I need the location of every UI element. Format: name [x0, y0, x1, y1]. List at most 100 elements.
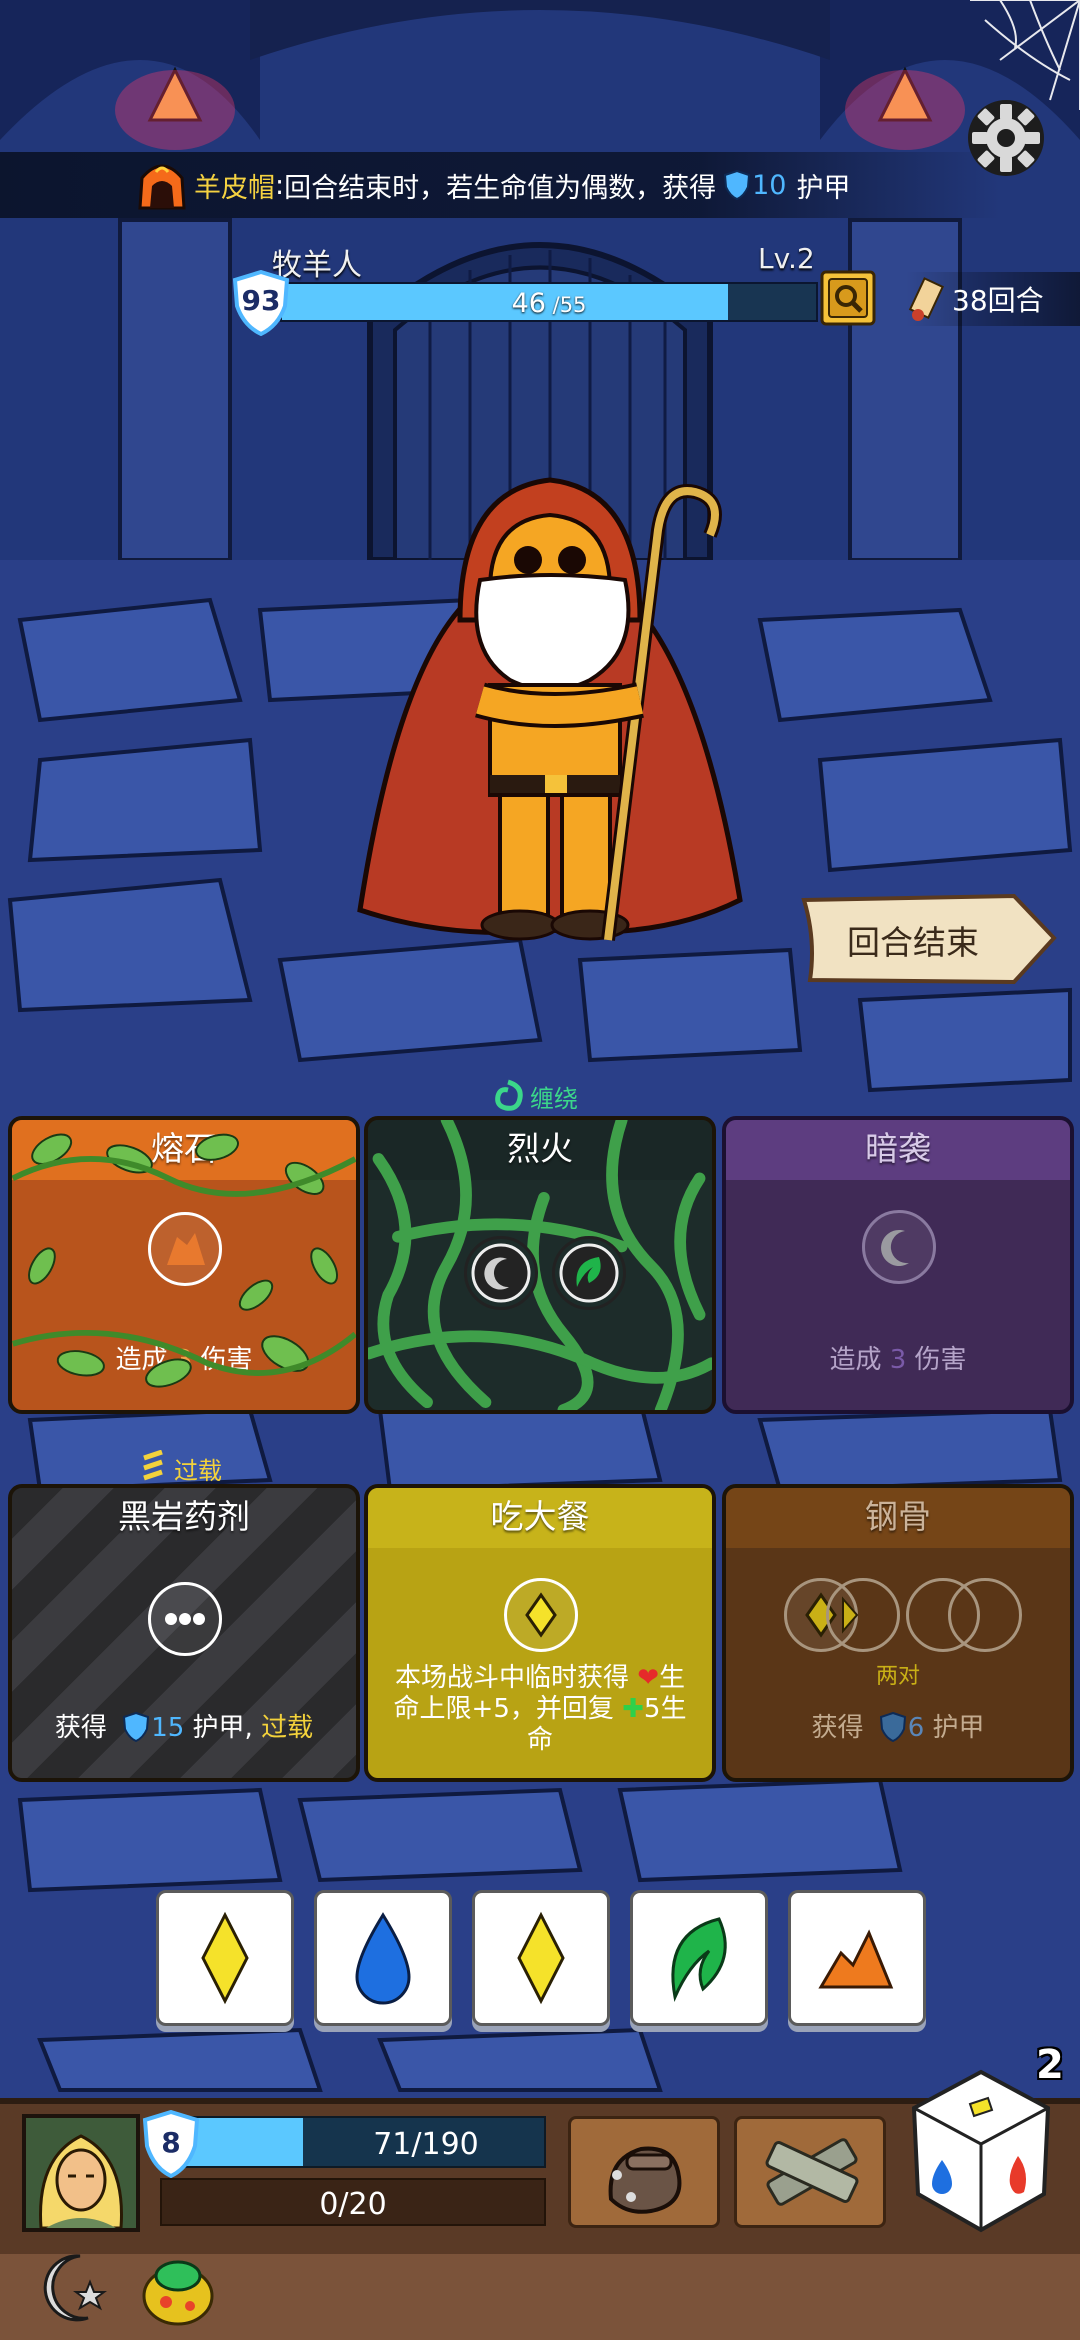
player-energy-bar: 0/20 — [160, 2178, 546, 2226]
vine-icon — [495, 1079, 523, 1111]
card-title: 钢骨 — [726, 1488, 1070, 1548]
damage-value: 3 — [175, 1345, 193, 1375]
armor-icon — [123, 1712, 150, 1742]
skill-card-blaze[interactable]: 烈火 — [364, 1116, 716, 1414]
card-body: 造成 3 伤害 — [726, 1180, 1070, 1410]
dice-slot[interactable] — [148, 1582, 222, 1656]
any-dice-icon — [165, 1613, 205, 1625]
overload-status-tag: 过载 — [140, 1450, 222, 1486]
water-drop-icon — [355, 1912, 411, 2005]
desc-prefix: 造成 — [115, 1345, 168, 1375]
equipment-slot-gauntlet[interactable] — [568, 2116, 720, 2228]
moon-icon — [471, 1243, 531, 1303]
enemy-intent-scroll-icon[interactable] — [820, 270, 876, 326]
dice-slot[interactable] — [464, 1236, 538, 1310]
enemy-armor-value: 93 — [241, 284, 281, 317]
leaf-icon — [559, 1243, 619, 1303]
equipment-slot-bandage[interactable] — [734, 2116, 886, 2228]
crescent-star-icon[interactable] — [28, 2246, 112, 2330]
card-body: 两对 获得 6 护甲 — [726, 1548, 1070, 1778]
diamond-icon — [517, 1911, 565, 2005]
dice-slot[interactable] — [552, 1236, 626, 1310]
card-description: 获得 15 护甲, 过载 — [22, 1712, 346, 1744]
overload-icon — [143, 1450, 163, 1481]
card-title: 暗袭 — [726, 1120, 1070, 1180]
player-portrait[interactable] — [22, 2114, 140, 2232]
skill-card-ambush[interactable]: 暗袭 造成 3 伤害 — [722, 1116, 1074, 1414]
die-blue-drop[interactable] — [314, 1890, 452, 2026]
diamond-icon — [201, 1911, 249, 2005]
armor-icon — [724, 170, 751, 200]
sheepskin-hat-icon — [138, 164, 186, 210]
skill-card-blackrock-potion[interactable]: 黑岩药剂 获得 15 护甲, 过载 — [8, 1484, 360, 1782]
skill-card-steel-bone[interactable]: 钢骨 两对 获得 6 护甲 — [722, 1484, 1074, 1782]
rock-icon — [167, 1233, 205, 1265]
relic-armor-word: 护甲 — [796, 172, 851, 204]
die-green-leaf[interactable] — [630, 1890, 768, 2026]
desc-suffix: 护甲 — [932, 1713, 985, 1743]
skill-card-molten-rock[interactable]: 熔石 造成 3 伤害 — [8, 1116, 360, 1414]
entangle-label: 缠绕 — [530, 1084, 578, 1113]
gold-gem-pouch-icon[interactable] — [136, 2246, 220, 2330]
enemy-hp-max: /55 — [545, 293, 587, 317]
enemy-level: Lv.2 — [758, 242, 815, 275]
dice-slot[interactable] — [862, 1210, 936, 1284]
card-title: 熔石 — [12, 1120, 356, 1180]
leaf-icon — [671, 1917, 727, 2003]
heart-icon: ❤ — [637, 1663, 660, 1693]
player-energy-text: 0/20 — [319, 2187, 387, 2222]
desc-suffix: 伤害 — [914, 1345, 967, 1375]
end-turn-button[interactable]: 回合结束 — [796, 890, 1060, 988]
turn-count-label: 38回合 — [952, 284, 1044, 317]
dice-slot[interactable] — [826, 1578, 900, 1652]
desc-suffix: 过载 — [261, 1713, 314, 1743]
desc-suffix: 伤害 — [200, 1345, 253, 1375]
dice-slot[interactable] — [948, 1578, 1022, 1652]
desc-prefix: 获得 — [811, 1713, 864, 1743]
shepherd-enemy-figure[interactable] — [340, 470, 760, 960]
card-body: 本场战斗中临时获得 ❤生 命上限+5，并回复 ✚5生 命 — [368, 1548, 712, 1778]
desc-mid: 护甲, — [192, 1713, 253, 1743]
card-title: 烈火 — [368, 1120, 712, 1180]
card-description: 获得 6 护甲 — [736, 1712, 1060, 1744]
enemy-hp-text: 46 /55 — [282, 288, 816, 319]
reroll-dice-button[interactable] — [906, 2064, 1056, 2234]
enemy-hp-current: 46 — [511, 288, 546, 319]
heal-plus-icon: ✚ — [622, 1694, 644, 1724]
bandage-icon — [765, 2138, 859, 2206]
desc-heal: 5生 — [643, 1694, 687, 1724]
entangle-status-tag: 缠绕 — [490, 1078, 578, 1114]
armor-value: 6 — [907, 1713, 925, 1743]
player-armor-badge: 8 — [142, 2109, 200, 2179]
player-hp-text: 71/190 — [373, 2127, 479, 2162]
desc-hp: 生 — [659, 1663, 686, 1693]
scroll-icon — [908, 277, 944, 321]
die-yellow-diamond[interactable] — [472, 1890, 610, 2026]
player-hp-bar: 71/190 — [160, 2116, 546, 2168]
card-title: 吃大餐 — [368, 1488, 712, 1548]
desc-line1: 本场战斗中临时获得 — [394, 1663, 629, 1693]
turn-counter: 38回合 — [906, 272, 1080, 326]
overload-label: 过载 — [174, 1456, 222, 1485]
die-orange-rock[interactable] — [788, 1890, 926, 2026]
enemy-armor-badge: 93 — [232, 269, 290, 337]
diamond-half-icon — [842, 1596, 859, 1634]
skill-card-feast[interactable]: 吃大餐 本场战斗中临时获得 ❤生 命上限+5，并回复 ✚5生 命 — [364, 1484, 716, 1782]
card-body: 获得 15 护甲, 过载 — [12, 1548, 356, 1778]
relic-armor-value: 10 — [752, 169, 787, 201]
avatar — [26, 2118, 136, 2228]
card-description: 本场战斗中临时获得 ❤生 命上限+5，并回复 ✚5生 命 — [378, 1663, 702, 1756]
desc-prefix: 造成 — [829, 1345, 882, 1375]
desc-line2: 命上限+5，并回复 — [393, 1694, 614, 1724]
dice-slot[interactable] — [504, 1578, 578, 1652]
desc-line3: 命 — [526, 1725, 553, 1755]
moon-icon — [881, 1229, 909, 1266]
relic-description: 回合结束时，若生命值为偶数，获得 — [284, 172, 717, 204]
die-yellow-diamond[interactable] — [156, 1890, 294, 2026]
settings-gear-icon[interactable] — [960, 92, 1052, 184]
relic-separator: : — [275, 169, 285, 201]
pair-requirement-label: 两对 — [875, 1664, 920, 1689]
dice-slot[interactable] — [148, 1212, 222, 1286]
player-armor-value: 8 — [161, 2126, 181, 2159]
end-turn-label: 回合结束 — [847, 923, 979, 962]
